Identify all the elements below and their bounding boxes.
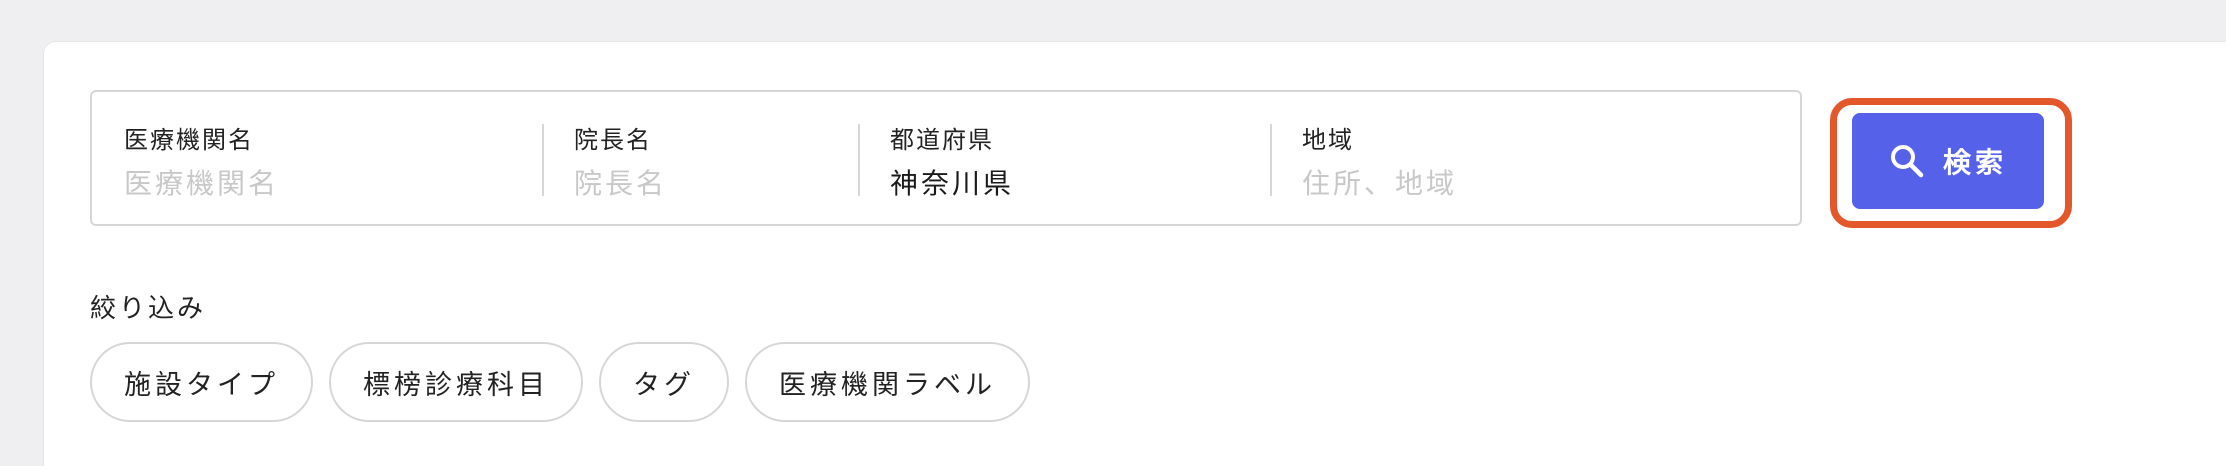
filter-section-title: 絞り込み <box>90 294 207 324</box>
filter-chip-specialty[interactable]: 標榜診療科目 <box>329 342 583 422</box>
region-input[interactable]: 住所、地域 <box>1302 162 1457 202</box>
director-name-field[interactable]: 院長名 院長名 <box>542 92 858 224</box>
facility-name-field[interactable]: 医療機関名 医療機関名 <box>92 92 542 224</box>
facility-name-input[interactable]: 医療機関名 <box>124 162 279 202</box>
filter-chips: 施設タイプ 標榜診療科目 タグ 医療機関ラベル <box>90 342 1030 422</box>
search-form: 医療機関名 医療機関名 院長名 院長名 都道府県 神奈川県 地域 住所、地域 <box>90 90 1802 226</box>
prefecture-field[interactable]: 都道府県 神奈川県 <box>858 92 1270 224</box>
filter-chip-facility-label[interactable]: 医療機関ラベル <box>745 342 1030 422</box>
region-label: 地域 <box>1302 126 1354 154</box>
director-name-label: 院長名 <box>574 126 652 154</box>
filter-chip-facility-type[interactable]: 施設タイプ <box>90 342 313 422</box>
director-name-input[interactable]: 院長名 <box>574 162 667 202</box>
region-field[interactable]: 地域 住所、地域 <box>1270 92 1800 224</box>
search-icon <box>1890 145 1924 178</box>
facility-name-label: 医療機関名 <box>124 126 254 154</box>
prefecture-label: 都道府県 <box>890 126 994 154</box>
filter-chip-tag[interactable]: タグ <box>599 342 729 422</box>
prefecture-select[interactable]: 神奈川県 <box>890 162 1014 202</box>
search-button-label: 検索 <box>1942 146 2007 179</box>
search-button[interactable]: 検索 <box>1852 113 2044 209</box>
